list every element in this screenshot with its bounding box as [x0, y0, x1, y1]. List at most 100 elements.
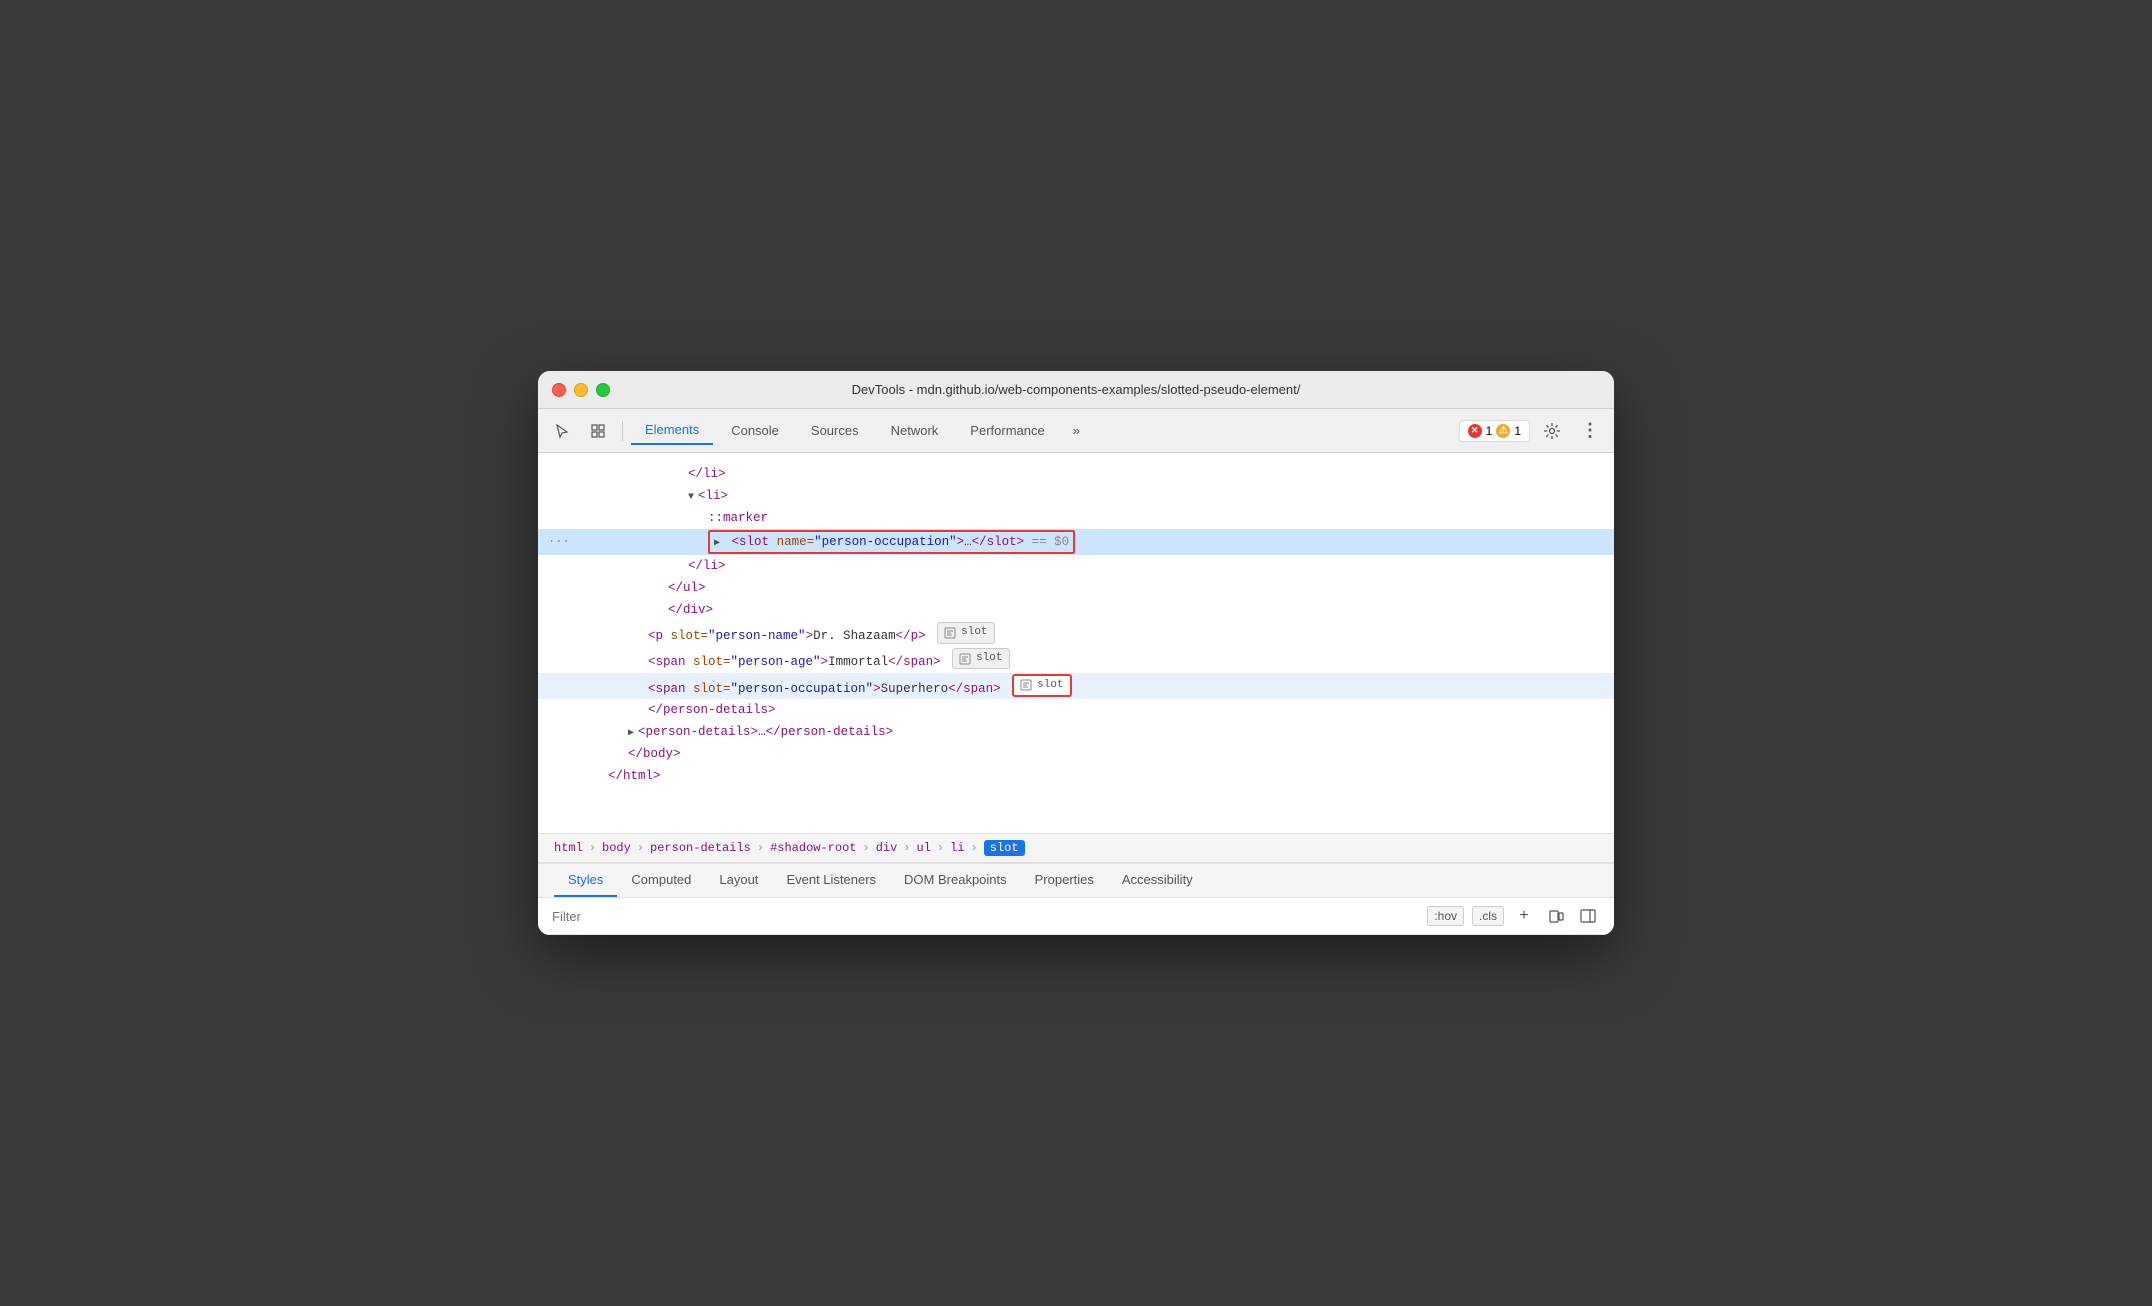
- tab-sources[interactable]: Sources: [797, 417, 873, 444]
- error-badge[interactable]: ✕ 1 ⚠ 1: [1459, 420, 1530, 442]
- text-content: Superhero: [881, 681, 949, 695]
- text-content: Dr. Shazaam: [813, 629, 896, 643]
- attr-name: slot=: [671, 629, 709, 643]
- add-style-btn[interactable]: +: [1512, 904, 1536, 928]
- tag-text: </div>: [668, 603, 713, 617]
- tab-computed[interactable]: Computed: [617, 864, 705, 897]
- more-options-btn[interactable]: ⋮: [1574, 415, 1606, 447]
- tag-text: <person-details>: [638, 725, 758, 739]
- error-count: 1: [1486, 424, 1493, 438]
- minimize-button[interactable]: [574, 383, 588, 397]
- tab-properties[interactable]: Properties: [1021, 864, 1108, 897]
- warning-count: 1: [1514, 424, 1521, 438]
- breadcrumb-body[interactable]: body: [602, 841, 631, 855]
- tag-text: </person-details>: [648, 703, 776, 717]
- tab-elements[interactable]: Elements: [631, 416, 713, 445]
- devtools-window: DevTools - mdn.github.io/web-components-…: [538, 371, 1614, 935]
- cls-button[interactable]: .cls: [1472, 906, 1504, 926]
- bc-sep: ›: [903, 841, 910, 855]
- html-line: </person-details>: [538, 699, 1614, 721]
- breadcrumb-html[interactable]: html: [554, 841, 583, 855]
- tab-network[interactable]: Network: [877, 417, 953, 444]
- filter-input[interactable]: [552, 909, 1417, 924]
- breadcrumb-li[interactable]: li: [950, 841, 964, 855]
- tab-accessibility[interactable]: Accessibility: [1108, 864, 1207, 897]
- bc-sep: ›: [637, 841, 644, 855]
- tag-text: >: [806, 629, 814, 643]
- close-button[interactable]: [552, 383, 566, 397]
- tab-dom-breakpoints[interactable]: DOM Breakpoints: [890, 864, 1021, 897]
- collapse-arrow[interactable]: ▼: [688, 490, 694, 506]
- slot-red-box: ▶ <slot name="person-occupation">…</slot…: [708, 530, 1075, 554]
- tab-layout[interactable]: Layout: [705, 864, 772, 897]
- tag-text: </span>: [888, 655, 941, 669]
- titlebar: DevTools - mdn.github.io/web-components-…: [538, 371, 1614, 409]
- error-icon: ✕: [1468, 424, 1482, 438]
- tag-text: </body>: [628, 747, 681, 761]
- dollar-zero: == $0: [1032, 535, 1070, 549]
- filter-right: :hov .cls +: [1427, 904, 1600, 928]
- slot-badge[interactable]: slot: [937, 622, 994, 644]
- toggle-device-btn[interactable]: [1544, 904, 1568, 928]
- ellipsis: …: [758, 725, 766, 739]
- html-line: </body>: [538, 743, 1614, 765]
- more-tabs-btn[interactable]: »: [1063, 417, 1090, 444]
- bc-sep: ›: [757, 841, 764, 855]
- tag-text: </span>: [948, 681, 1001, 695]
- tag-text: <span: [648, 681, 693, 695]
- bottom-tabs: Styles Computed Layout Event Listeners D…: [538, 864, 1614, 898]
- html-line: </li>: [538, 463, 1614, 485]
- breadcrumb-slot[interactable]: slot: [984, 840, 1025, 856]
- html-line: <span slot="person-age">Immortal</span> …: [538, 647, 1614, 673]
- breadcrumb-person-details[interactable]: person-details: [650, 841, 751, 855]
- tag-text: </li>: [688, 467, 726, 481]
- maximize-button[interactable]: [596, 383, 610, 397]
- tab-performance[interactable]: Performance: [956, 417, 1058, 444]
- expand-arrow[interactable]: ▶: [628, 726, 634, 742]
- traffic-lights: [552, 383, 610, 397]
- selected-html-line[interactable]: ··· ▶ <slot name="person-occupation">…</…: [538, 529, 1614, 555]
- settings-icon-btn[interactable]: [1536, 415, 1568, 447]
- tag-text: </li>: [688, 559, 726, 573]
- html-line: </div>: [538, 599, 1614, 621]
- warning-icon: ⚠: [1496, 424, 1510, 438]
- dots-icon: ···: [548, 532, 570, 551]
- cursor-icon-btn[interactable]: [546, 415, 578, 447]
- attr-name: name=: [777, 535, 815, 549]
- tag-text: >: [821, 655, 829, 669]
- attr-name: slot=: [693, 655, 731, 669]
- slot-badge-highlighted[interactable]: slot: [1012, 674, 1071, 698]
- html-tree: </li> ▼ <li> ::marker ··· ▶ <slot name="p…: [538, 453, 1614, 833]
- pseudo-text: ::marker: [708, 511, 768, 525]
- bc-sep: ›: [971, 841, 978, 855]
- attr-value: "person-occupation": [814, 535, 957, 549]
- tag-text: <span: [648, 655, 693, 669]
- toolbar: Elements Console Sources Network Perform…: [538, 409, 1614, 453]
- slot-badge[interactable]: slot: [952, 648, 1009, 670]
- html-line: ▼ <li>: [538, 485, 1614, 507]
- html-line: ▶ <person-details>…</person-details>: [538, 721, 1614, 743]
- bc-sep: ›: [589, 841, 596, 855]
- html-line: </html>: [538, 765, 1614, 787]
- tag-text: <li>: [698, 489, 728, 503]
- tag-text: </person-details>: [766, 725, 894, 739]
- attr-value: "person-occupation": [731, 681, 874, 695]
- sidebar-toggle-btn[interactable]: [1576, 904, 1600, 928]
- attr-name: slot=: [693, 681, 731, 695]
- tab-console[interactable]: Console: [717, 417, 793, 444]
- breadcrumb-ul[interactable]: ul: [917, 841, 931, 855]
- tag-text: </html>: [608, 769, 661, 783]
- html-line: ::marker: [538, 507, 1614, 529]
- tab-event-listeners[interactable]: Event Listeners: [772, 864, 890, 897]
- inspect-icon-btn[interactable]: [582, 415, 614, 447]
- bc-sep: ›: [937, 841, 944, 855]
- hov-button[interactable]: :hov: [1427, 906, 1464, 926]
- breadcrumb-shadow-root[interactable]: #shadow-root: [770, 841, 856, 855]
- expand-arrow[interactable]: ▶: [714, 536, 720, 552]
- breadcrumb-div[interactable]: div: [876, 841, 898, 855]
- html-line: <p slot="person-name">Dr. Shazaam</p> sl…: [538, 621, 1614, 647]
- tab-styles[interactable]: Styles: [554, 864, 617, 897]
- attr-value: "person-name": [708, 629, 806, 643]
- breadcrumb: html › body › person-details › #shadow-r…: [538, 833, 1614, 863]
- bottom-panel: Styles Computed Layout Event Listeners D…: [538, 863, 1614, 935]
